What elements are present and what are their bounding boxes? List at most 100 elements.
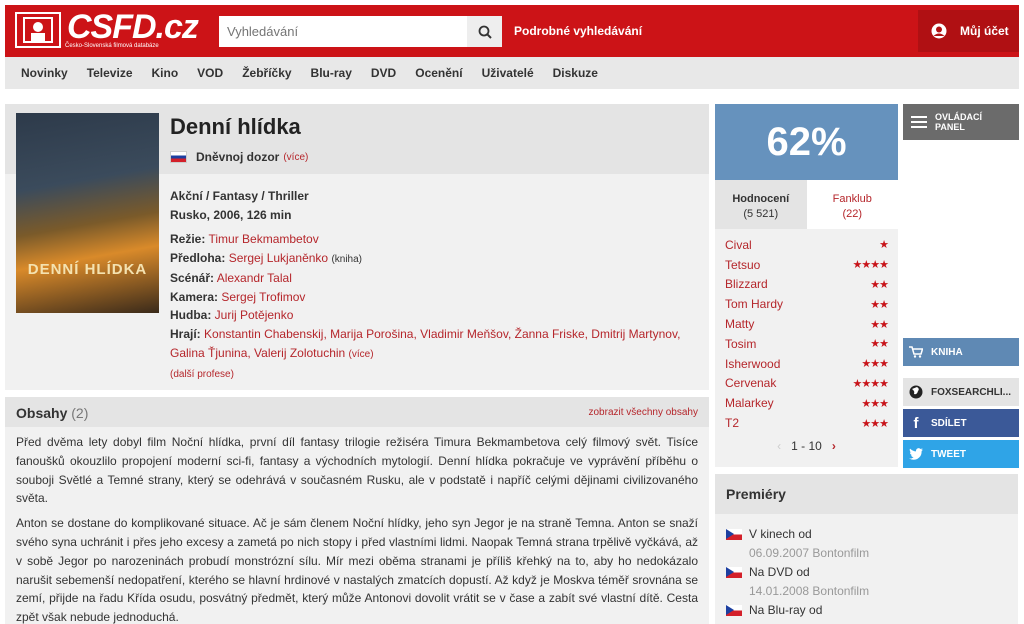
crew-hraji-more-link[interactable]: (více) — [349, 349, 374, 360]
website-link-button[interactable]: FOXSEARCHLI... — [903, 378, 1019, 406]
crew-hraji-links[interactable]: Konstantin Chabenskij, Marija Porošina, … — [170, 327, 680, 360]
czech-flag-icon — [726, 528, 742, 540]
film-reel-icon — [15, 12, 61, 48]
user-name-link[interactable]: Cervenak — [725, 376, 776, 390]
plot-title-text: Obsahy — [16, 405, 68, 421]
nav-item-oceneni[interactable]: Ocenění — [415, 66, 462, 80]
plot-text: Před dvěma lety dobyl film Noční hlídka,… — [5, 427, 709, 624]
nav-item-novinky[interactable]: Novinky — [21, 66, 68, 80]
nav-item-televize[interactable]: Televize — [87, 66, 133, 80]
crew-label-rezie: Režie: — [170, 232, 206, 246]
pager-prev-icon[interactable]: ‹ — [777, 439, 781, 453]
user-name-link[interactable]: Tosim — [725, 337, 756, 351]
user-rating-row: Tetsuo ★★★★ — [725, 255, 889, 275]
control-panel-label-2: PANEL — [935, 122, 965, 132]
film-origin: Rusko, 2006, 126 min — [170, 208, 292, 222]
plot-header: Obsahy (2) zobrazit všechny obsahy — [5, 397, 709, 427]
user-rating-row: Matty ★★ — [725, 314, 889, 334]
film-poster[interactable]: DENNÍ HLÍDKA — [16, 113, 159, 313]
twitter-share-label: TWEET — [931, 448, 966, 460]
plot-section: Obsahy (2) zobrazit všechny obsahy Před … — [5, 397, 709, 624]
facebook-share-button[interactable]: f SDÍLET — [903, 409, 1019, 437]
star-rating-icon: ★★★★ — [852, 259, 889, 272]
crew-hudba-link[interactable]: Jurij Potějenko — [215, 308, 294, 322]
cart-icon — [909, 346, 923, 358]
crew-label-hraji: Hrají: — [170, 326, 201, 341]
user-rating-list: Cival ★ Tetsuo ★★★★ Blizzard ★★ Tom Hardy ★★ Mat… — [715, 229, 898, 433]
user-name-link[interactable]: T2 — [725, 416, 739, 430]
globe-icon — [909, 385, 923, 399]
more-roles-link[interactable]: (další profese) — [170, 369, 234, 380]
original-title-more-link[interactable]: (více) — [283, 152, 308, 163]
user-name-link[interactable]: Cival — [725, 238, 752, 252]
nav-item-vod[interactable]: VOD — [197, 66, 223, 80]
premiere-label: V kinech od — [749, 527, 812, 541]
nav-item-kino[interactable]: Kino — [152, 66, 179, 80]
nav-item-dvd[interactable]: DVD — [371, 66, 396, 80]
czech-flag-icon — [726, 566, 742, 578]
user-rating-row: Malarkey ★★★ — [725, 393, 889, 413]
nav-item-zebricky[interactable]: Žebříčky — [242, 66, 291, 80]
user-name-link[interactable]: Tetsuo — [725, 258, 760, 272]
crew-label-predloha: Předloha: — [170, 250, 226, 265]
crew-predloha-note: (kniha) — [331, 253, 363, 265]
film-genre-origin: Akční / Fantasy / Thriller Rusko, 2006, … — [170, 187, 309, 225]
premieres-title: Premiéry — [715, 474, 1018, 514]
rating-box: 62% Hodnocení (5 521) Fanklub (22) Cival… — [715, 104, 898, 467]
film-genre: Akční / Fantasy / Thriller — [170, 189, 309, 203]
premiere-item: V kinech od 06.09.2007 Bontonfilm — [726, 527, 1007, 560]
crew-label-scenar: Scénář: — [170, 271, 215, 286]
pager-next-icon[interactable]: › — [832, 439, 836, 453]
star-rating-icon: ★★ — [870, 298, 889, 311]
star-rating-icon: ★★ — [870, 338, 889, 351]
search-input[interactable] — [219, 16, 467, 47]
nav-item-uzivatele[interactable]: Uživatelé — [482, 66, 534, 80]
site-logo[interactable]: CSFD.cz Česko-Slovenská filmová databáze — [15, 8, 199, 54]
search-button[interactable] — [467, 16, 502, 47]
pager-range: 1 - 10 — [791, 438, 822, 453]
plot-title: Obsahy (2) — [16, 405, 88, 421]
tab-hodnoceni[interactable]: Hodnocení (5 521) — [715, 180, 807, 229]
crew-label-hudba: Hudba: — [170, 308, 212, 323]
user-name-link[interactable]: Malarkey — [725, 396, 774, 410]
user-name-link[interactable]: Matty — [725, 317, 754, 331]
advanced-search-link[interactable]: Podrobné vyhledávání — [514, 24, 642, 38]
tab-fanklub[interactable]: Fanklub (22) — [806, 180, 898, 229]
nav-item-bluray[interactable]: Blu-ray — [311, 66, 352, 80]
user-rating-row: Blizzard ★★ — [725, 275, 889, 295]
tab-hodnoceni-count: (5 521) — [743, 208, 779, 220]
nav-item-diskuze[interactable]: Diskuze — [553, 66, 598, 80]
facebook-icon: f — [913, 414, 919, 432]
book-button-label: KNIHA — [931, 346, 963, 358]
film-info-box: DENNÍ HLÍDKA Denní hlídka Dněvnoj dozor … — [5, 104, 709, 390]
premiere-label: Na DVD od — [749, 565, 810, 579]
crew-kamera-link[interactable]: Sergej Trofimov — [221, 290, 305, 304]
user-name-link[interactable]: Blizzard — [725, 277, 768, 291]
logo-subtitle: Česko-Slovenská filmová databáze — [65, 43, 159, 49]
film-title: Denní hlídka — [170, 114, 301, 139]
logo-text: CSFD.cz — [67, 8, 199, 46]
premiere-date: 06.09.2007 Bontonfilm — [749, 546, 870, 560]
crew-rezie-link[interactable]: Timur Bekmambetov — [208, 232, 318, 246]
tab-fanklub-label: Fanklub — [832, 193, 872, 205]
search-icon — [478, 25, 492, 39]
rating-pager: ‹ 1 - 10 › — [715, 439, 898, 453]
account-button[interactable]: Můj účet — [918, 10, 1019, 52]
crew-predloha-link[interactable]: Sergej Lukjaněnko — [229, 251, 328, 265]
user-icon — [931, 23, 947, 39]
book-button[interactable]: KNIHA — [903, 338, 1019, 366]
original-title: Dněvnoj dozor (více) — [170, 150, 308, 164]
star-rating-icon: ★★ — [870, 278, 889, 291]
star-rating-icon: ★★★ — [861, 358, 889, 371]
poster-title: DENNÍ HLÍDKA — [27, 261, 148, 278]
user-name-link[interactable]: Tom Hardy — [725, 297, 783, 311]
twitter-icon — [909, 448, 923, 460]
original-title-text: Dněvnoj dozor — [196, 150, 280, 164]
show-all-plots-link[interactable]: zobrazit všechny obsahy — [588, 407, 698, 418]
premiere-label: Na Blu-ray od — [749, 603, 823, 617]
star-rating-icon: ★★★★ — [852, 377, 889, 390]
user-name-link[interactable]: Isherwood — [725, 357, 780, 371]
twitter-share-button[interactable]: TWEET — [903, 440, 1019, 468]
control-panel-button[interactable]: OVLÁDACÍ PANEL — [903, 104, 1019, 140]
crew-scenar-link[interactable]: Alexandr Talal — [217, 271, 292, 285]
